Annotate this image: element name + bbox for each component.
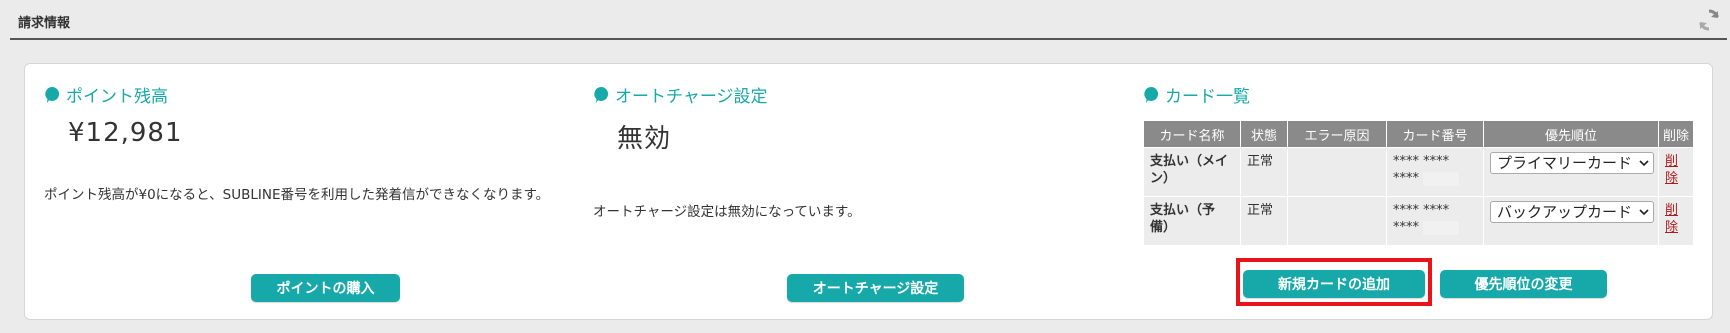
column-header: エラー原因 — [1287, 120, 1387, 148]
autocharge-note: オートチャージ設定は無効になっています。 — [593, 204, 861, 220]
priority-select[interactable]: バックアップカード — [1490, 201, 1654, 223]
card-number: **** **** **** — [1386, 196, 1484, 246]
refresh-icon[interactable] — [1697, 8, 1721, 32]
column-header: カード名称 — [1143, 120, 1241, 148]
points-title-label: ポイント残高 — [66, 87, 168, 107]
card-error — [1287, 147, 1387, 197]
points-balance: ¥12,981 — [68, 118, 183, 148]
change-priority-button[interactable]: 優先順位の変更 — [1440, 270, 1607, 298]
card-name: 支払い（予 備） — [1143, 196, 1241, 246]
table-row: 支払い（メイ ン） 正常 **** **** **** プライマリーカード 削除 — [1143, 147, 1694, 197]
points-note: ポイント残高が¥0になると、SUBLINE番号を利用した発着信ができなくなります… — [44, 187, 550, 203]
column-header: 状態 — [1240, 120, 1288, 148]
column-header: カード番号 — [1386, 120, 1484, 148]
buy-points-button[interactable]: ポイントの購入 — [251, 274, 400, 302]
page-header: 請求情報 — [10, 0, 1727, 40]
delete-link[interactable]: 削除 — [1658, 196, 1694, 246]
priority-select[interactable]: プライマリーカード — [1490, 152, 1654, 174]
autocharge-status: 無効 — [617, 124, 672, 154]
speech-bubble-icon — [1144, 86, 1159, 103]
page-title: 請求情報 — [18, 16, 71, 31]
card-status: 正常 — [1240, 196, 1288, 246]
column-header: 優先順位 — [1483, 120, 1659, 148]
table-header-row: カード名称 状態 エラー原因 カード番号 優先順位 削除 — [1143, 120, 1694, 148]
autocharge-title-label: オートチャージ設定 — [615, 87, 768, 107]
autocharge-settings-button[interactable]: オートチャージ設定 — [787, 274, 964, 302]
column-header: 削除 — [1658, 120, 1694, 148]
card-name: 支払い（メイ ン） — [1143, 147, 1241, 197]
card-error — [1287, 196, 1387, 246]
card-priority-cell: バックアップカード — [1483, 196, 1659, 246]
add-card-button[interactable]: 新規カードの追加 — [1243, 270, 1425, 298]
speech-bubble-icon — [45, 86, 60, 103]
points-section-title: ポイント残高 — [44, 82, 168, 107]
speech-bubble-icon — [594, 86, 609, 103]
card-status: 正常 — [1240, 147, 1288, 197]
autocharge-section-title: オートチャージ設定 — [593, 82, 768, 107]
card-list-table: カード名称 状態 エラー原因 カード番号 優先順位 削除 支払い（メイ ン） 正常… — [1143, 120, 1694, 246]
cards-section-title: カード一覧 — [1143, 82, 1250, 107]
chevron-down-icon — [1639, 209, 1649, 216]
table-row: 支払い（予 備） 正常 **** **** **** バックアップカード 削除 — [1143, 196, 1694, 246]
cards-title-label: カード一覧 — [1165, 87, 1250, 107]
card-priority-cell: プライマリーカード — [1483, 147, 1659, 197]
chevron-down-icon — [1639, 160, 1649, 167]
delete-link[interactable]: 削除 — [1658, 147, 1694, 197]
card-number: **** **** **** — [1386, 147, 1484, 197]
